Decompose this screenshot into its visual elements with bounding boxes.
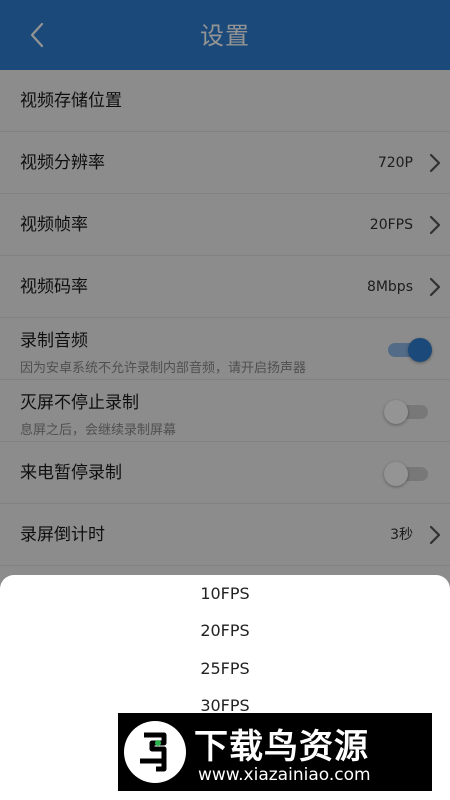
picker-option[interactable]: 25FPS bbox=[0, 651, 450, 687]
watermark-banner: 下载鸟资源 www.xiazainiao.com bbox=[118, 713, 432, 791]
picker-option[interactable]: 20FPS bbox=[0, 613, 450, 649]
bird-logo-mark bbox=[140, 732, 167, 772]
bird-logo-icon bbox=[124, 721, 186, 783]
watermark-url: www.xiazainiao.com bbox=[198, 765, 371, 785]
picker-option[interactable]: 10FPS bbox=[0, 576, 450, 612]
watermark-brand: 下载鸟资源 bbox=[194, 727, 369, 767]
